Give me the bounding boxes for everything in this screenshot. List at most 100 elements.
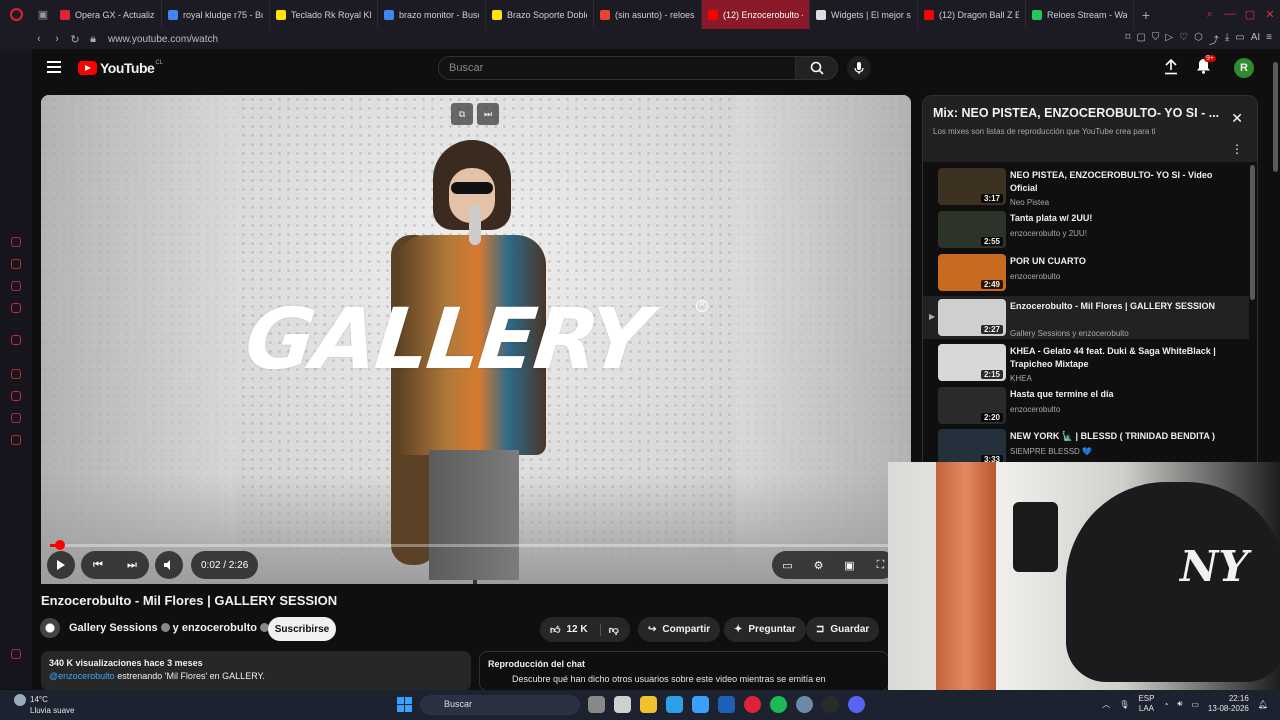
- channel-avatar[interactable]: [40, 618, 60, 638]
- playlist-item[interactable]: ▶ 2:27 Enzocerobulto - Mil Flores | GALLER…: [923, 296, 1249, 339]
- subscribe-button[interactable]: Suscribirse: [268, 617, 336, 641]
- language-indicator[interactable]: ESP LAA: [1138, 694, 1154, 714]
- playlist-item[interactable]: 3:17 NEO PISTEA, ENZOCEROBULTO- YO SI - V…: [923, 165, 1249, 208]
- browser-tab[interactable]: royal kludge r75 - Bus: [162, 0, 270, 29]
- weather-widget[interactable]: 14°C Lluvia suave: [14, 694, 74, 716]
- save-button[interactable]: ⊐ Guardar: [806, 617, 880, 642]
- volume-tray-icon[interactable]: 🔊︎: [1177, 699, 1182, 709]
- heart-icon[interactable]: ♡: [1179, 32, 1188, 47]
- playlist-thumbnail[interactable]: 3:33: [938, 429, 1006, 464]
- playlist-thumbnail[interactable]: 2:15: [938, 344, 1006, 381]
- search-tabs-icon[interactable]: ⌕: [1200, 8, 1220, 21]
- browser-tab[interactable]: Reloes Stream - Watc: [1026, 0, 1134, 29]
- video-player[interactable]: GALLERY R ⧉ ⏭ ⏮ ⏭ 0:02 / 2:26 ▭ ⚙ ▣ ⛶: [41, 95, 911, 584]
- taskbar-app-icon[interactable]: [718, 696, 735, 713]
- playlist-item[interactable]: 2:49 POR UN CUARTO enzocerobulto: [923, 251, 1249, 294]
- snapshot-icon[interactable]: ▢: [1136, 32, 1145, 47]
- download-icon[interactable]: ⤓: [1225, 32, 1229, 47]
- voice-search-button[interactable]: [847, 56, 871, 80]
- back-icon[interactable]: ‹: [30, 33, 48, 45]
- taskbar-app-icon[interactable]: [770, 696, 787, 713]
- wallet-icon[interactable]: ▭: [1235, 32, 1244, 47]
- playlist-item[interactable]: 2:20 Hasta que termine el día enzocerobult…: [923, 384, 1249, 427]
- browser-tab[interactable]: Opera GX - Actualizac: [54, 0, 162, 29]
- miniplayer-icon[interactable]: ⧉: [451, 103, 473, 125]
- sidebar-settings-icon[interactable]: [11, 435, 21, 445]
- theater-mode-icon[interactable]: ▣: [834, 559, 865, 572]
- taskbar-app-icon[interactable]: [640, 696, 657, 713]
- sidebar-gx-icon[interactable]: [11, 649, 21, 659]
- maximize-button[interactable]: ▢: [1240, 8, 1260, 21]
- taskbar-app-icon[interactable]: [796, 696, 813, 713]
- hamburger-menu-icon[interactable]: [47, 61, 61, 73]
- channel-name-row[interactable]: Gallery Sessions y enzocerobulto: [69, 622, 272, 634]
- opera-logo-icon[interactable]: [0, 0, 32, 29]
- sidebar-twitch-icon[interactable]: [11, 281, 21, 291]
- youtube-logo[interactable]: YouTube CL: [78, 60, 163, 76]
- volume-button[interactable]: [155, 551, 183, 579]
- page-scrollbar[interactable]: [1273, 62, 1278, 172]
- playlist-thumbnail[interactable]: 2:20: [938, 387, 1006, 424]
- adblock-icon[interactable]: ⛉: [1152, 32, 1160, 47]
- playlist-item[interactable]: 2:15 KHEA - Gelato 44 feat. Duki & Saga W…: [923, 341, 1249, 384]
- browser-tab[interactable]: Brazo Soporte Doble: [486, 0, 594, 29]
- new-tab-button[interactable]: +: [1134, 7, 1158, 23]
- start-button-icon[interactable]: [397, 697, 412, 712]
- playlist-scrollbar[interactable]: [1250, 165, 1255, 300]
- browser-tab[interactable]: (12) Enzocerobulto - Mil Fl: [702, 0, 810, 29]
- progress-scrubber[interactable]: [55, 540, 65, 550]
- channel-collab[interactable]: y enzocerobulto: [173, 622, 257, 634]
- sidebar-percent-icon[interactable]: [11, 335, 21, 345]
- reload-icon[interactable]: ↻: [66, 33, 84, 46]
- sidebar-player-icon[interactable]: [11, 369, 21, 379]
- wifi-icon[interactable]: ◔: [1163, 700, 1168, 709]
- taskbar-search[interactable]: Buscar: [420, 695, 580, 715]
- settings-icon[interactable]: ⚙: [803, 559, 834, 572]
- url-field[interactable]: www.youtube.com/watch: [108, 34, 218, 45]
- playlist-item[interactable]: 2:55 Tanta plata w/ 2UU! enzocerobulto y 2…: [923, 208, 1249, 251]
- sidebar-gx-control-icon[interactable]: [11, 237, 21, 247]
- browser-tab[interactable]: Widgets | El mejor sof: [810, 0, 918, 29]
- notifications-button[interactable]: 9+: [1196, 55, 1216, 79]
- tray-mic-icon[interactable]: 🎙︎: [1119, 700, 1129, 709]
- cast-icon[interactable]: ▷: [1165, 32, 1173, 47]
- create-button[interactable]: [1164, 58, 1178, 80]
- skip-ad-icon[interactable]: ⏭: [477, 103, 499, 125]
- description-box[interactable]: 340 K visualizaciones hace 3 meses @enzo…: [41, 651, 471, 691]
- like-icon[interactable]: 👍︎: [550, 624, 560, 636]
- progress-bar[interactable]: [50, 540, 902, 550]
- playlist-thumbnail[interactable]: 2:49: [938, 254, 1006, 291]
- battery-icon[interactable]: ▭: [1191, 700, 1199, 709]
- like-count[interactable]: 12 K: [566, 624, 587, 635]
- taskbar-app-icon[interactable]: [848, 696, 865, 713]
- taskbar-app-icon[interactable]: [666, 696, 683, 713]
- playlist-title[interactable]: Mix: NEO PISTEA, ENZOCEROBULTO- YO SI - …: [933, 106, 1223, 120]
- share-icon[interactable]: ⤴: [1209, 32, 1219, 47]
- sidebar-extensions-icon[interactable]: [11, 413, 21, 423]
- playlist-thumbnail[interactable]: 2:27: [938, 299, 1006, 336]
- extensions-icon[interactable]: ⬡: [1194, 32, 1203, 47]
- taskbar-app-icon[interactable]: [744, 696, 761, 713]
- more-options-icon[interactable]: ⋮: [1231, 142, 1243, 156]
- ask-button[interactable]: ✦ Preguntar: [724, 617, 806, 642]
- playlist-thumbnail[interactable]: 3:17: [938, 168, 1006, 205]
- mention-link[interactable]: @enzocerobulto: [49, 671, 115, 681]
- next-icon[interactable]: ⏭: [115, 559, 149, 572]
- channel-name[interactable]: Gallery Sessions: [69, 622, 158, 634]
- close-playlist-icon[interactable]: ✕: [1231, 110, 1243, 127]
- sidebar-messenger-icon[interactable]: [11, 303, 21, 313]
- playlist-thumbnail[interactable]: 2:55: [938, 211, 1006, 248]
- ai-button[interactable]: AI: [1251, 32, 1260, 47]
- sidebar-bag-icon[interactable]: [11, 259, 21, 269]
- taskbar-app-icon[interactable]: [614, 696, 631, 713]
- dislike-icon[interactable]: 👎︎: [599, 623, 619, 636]
- browser-tab[interactable]: (12) Dragon Ball Z El: [918, 0, 1026, 29]
- previous-icon[interactable]: ⏮: [81, 559, 115, 572]
- bookmark-icon[interactable]: ⌑: [1125, 32, 1130, 47]
- taskbar-app-icon[interactable]: [822, 696, 839, 713]
- browser-tab[interactable]: (sin asunto) - reloes.: [594, 0, 702, 29]
- tray-chevron-icon[interactable]: ︿: [1102, 699, 1110, 710]
- subtitles-icon[interactable]: ▭: [772, 559, 803, 572]
- browser-tab[interactable]: Teclado Rk Royal Kludg: [270, 0, 378, 29]
- close-window-button[interactable]: ✕: [1260, 8, 1280, 21]
